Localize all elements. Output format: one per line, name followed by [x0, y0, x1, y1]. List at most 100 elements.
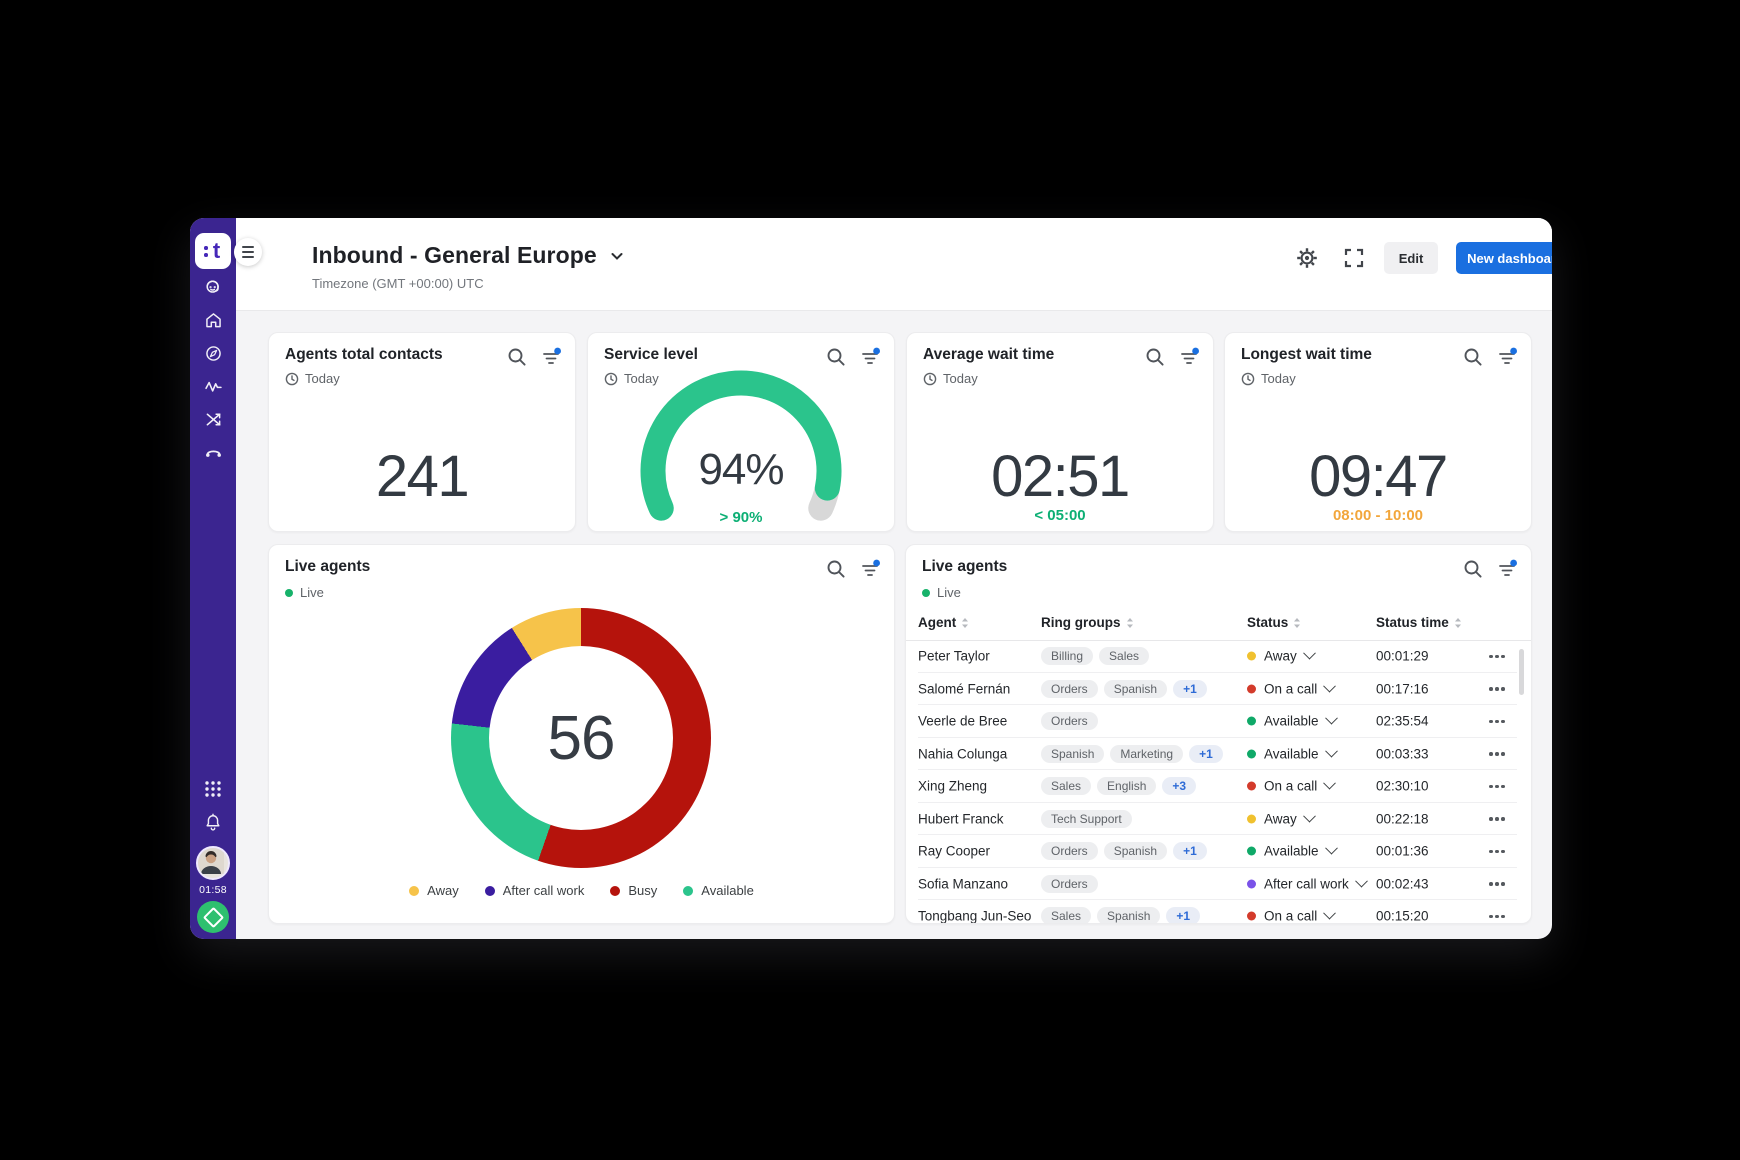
row-menu-button[interactable]	[1489, 682, 1505, 696]
chevron-down-icon[interactable]	[1325, 842, 1338, 855]
filter-icon[interactable]	[858, 557, 882, 581]
more-ring-groups-pill[interactable]: +1	[1166, 907, 1200, 923]
row-menu-button[interactable]	[1489, 779, 1505, 793]
sidebar-item-monitoring[interactable]	[198, 371, 228, 401]
legend-item[interactable]: Busy	[610, 883, 657, 898]
more-ring-groups-pill[interactable]: +1	[1189, 745, 1223, 763]
status-label: On a call	[1264, 909, 1317, 923]
status-dropdown[interactable]: Available	[1247, 714, 1336, 729]
table-row[interactable]: Sofia Manzano Orders After call work 00:…	[906, 868, 1531, 901]
column-header-ring-groups[interactable]: Ring groups	[1041, 615, 1134, 630]
row-menu-button[interactable]	[1489, 812, 1505, 826]
column-header-status[interactable]: Status	[1247, 615, 1301, 630]
filter-icon[interactable]	[1177, 345, 1201, 369]
row-menu-button[interactable]	[1489, 747, 1505, 761]
row-menu-button[interactable]	[1489, 649, 1505, 663]
status-dropdown[interactable]: Away	[1247, 649, 1314, 664]
dashboard-title-dropdown[interactable]: Inbound - General Europe	[312, 242, 625, 269]
status-dropdown[interactable]: On a call	[1247, 681, 1334, 696]
service-level-gauge	[588, 333, 894, 531]
chevron-down-icon[interactable]	[1323, 777, 1336, 790]
sidebar-item-home[interactable]	[198, 305, 228, 335]
sidebar-item-routing[interactable]	[198, 404, 228, 434]
legend-item[interactable]: Available	[683, 883, 754, 898]
sidebar-item-explore[interactable]	[198, 338, 228, 368]
search-icon[interactable]	[1461, 345, 1485, 369]
user-avatar[interactable]	[196, 846, 230, 880]
legend-item[interactable]: Away	[409, 883, 459, 898]
period-today: Today	[923, 371, 978, 386]
row-menu-button[interactable]	[1489, 714, 1505, 728]
chevron-down-icon[interactable]	[1323, 907, 1336, 920]
chevron-down-icon[interactable]	[1323, 680, 1336, 693]
status-diamond-button[interactable]	[197, 901, 229, 933]
chevron-down-icon[interactable]	[1303, 647, 1316, 660]
ring-group-pill: Sales	[1099, 647, 1149, 665]
fullscreen-icon[interactable]	[1342, 246, 1366, 270]
search-icon[interactable]	[1461, 557, 1485, 581]
filter-icon[interactable]	[1495, 557, 1519, 581]
filter-icon[interactable]	[539, 345, 563, 369]
settings-gear-icon[interactable]	[1295, 246, 1319, 270]
table-row[interactable]: Tongbang Jun-Seo SalesSpanish+1 On a cal…	[906, 900, 1531, 923]
period-today: Today	[285, 371, 340, 386]
donut-total: 56	[548, 703, 615, 774]
column-header-agent[interactable]: Agent	[918, 615, 969, 630]
edit-button[interactable]: Edit	[1384, 242, 1438, 274]
period-label: Today	[943, 371, 978, 386]
chevron-down-icon[interactable]	[609, 248, 625, 264]
chevron-down-icon[interactable]	[1355, 875, 1368, 888]
sort-icon[interactable]	[961, 617, 969, 629]
row-menu-button[interactable]	[1489, 877, 1505, 891]
status-dropdown[interactable]: On a call	[1247, 779, 1334, 794]
more-ring-groups-pill[interactable]: +3	[1162, 777, 1196, 795]
sort-icon[interactable]	[1454, 617, 1462, 629]
sidebar-toggle-button[interactable]	[234, 238, 262, 266]
chevron-down-icon[interactable]	[1325, 712, 1338, 725]
filter-icon[interactable]	[1495, 345, 1519, 369]
new-dashboard-button[interactable]: New dashboard	[1456, 242, 1552, 274]
live-dot-icon	[922, 589, 930, 597]
ring-group-pill: Spanish	[1104, 680, 1167, 698]
talkdesk-logo[interactable]: t	[195, 233, 231, 269]
table-row[interactable]: Ray Cooper OrdersSpanish+1 Available 00:…	[906, 835, 1531, 868]
table-row[interactable]: Peter Taylor BillingSales Away 00:01:29	[906, 640, 1531, 673]
search-icon[interactable]	[824, 557, 848, 581]
status-dropdown[interactable]: Available	[1247, 844, 1336, 859]
chevron-down-icon[interactable]	[1325, 745, 1338, 758]
row-menu-button[interactable]	[1489, 844, 1505, 858]
search-icon[interactable]	[1143, 345, 1167, 369]
gauge-target: > 90%	[588, 509, 894, 526]
status-time: 00:01:29	[1376, 649, 1429, 664]
status-label: After call work	[1264, 876, 1349, 891]
table-row[interactable]: Nahia Colunga SpanishMarketing+1 Availab…	[906, 738, 1531, 771]
legend-label: Busy	[628, 883, 657, 898]
status-dropdown[interactable]: On a call	[1247, 909, 1334, 923]
row-menu-button[interactable]	[1489, 909, 1505, 923]
agent-name: Peter Taylor	[918, 649, 990, 664]
table-row[interactable]: Hubert Franck Tech Support Away 00:22:18	[906, 803, 1531, 836]
status-dot-icon	[1247, 879, 1256, 888]
ring-group-pill: Spanish	[1104, 842, 1167, 860]
sort-icon[interactable]	[1293, 617, 1301, 629]
sort-icon[interactable]	[1126, 617, 1134, 629]
legend-item[interactable]: After call work	[485, 883, 585, 898]
chevron-down-icon[interactable]	[1303, 810, 1316, 823]
status-dropdown[interactable]: Away	[1247, 811, 1314, 826]
table-row[interactable]: Salomé Fernán OrdersSpanish+1 On a call …	[906, 673, 1531, 706]
ring-group-pill: Spanish	[1041, 745, 1104, 763]
table-scrollbar[interactable]	[1519, 649, 1524, 695]
status-dropdown[interactable]: After call work	[1247, 876, 1366, 891]
column-header-status-time[interactable]: Status time	[1376, 615, 1462, 630]
clock-icon	[923, 372, 937, 386]
status-dropdown[interactable]: Available	[1247, 746, 1336, 761]
sidebar-item-calls[interactable]	[198, 437, 228, 467]
sidebar-item-apps[interactable]	[198, 774, 228, 804]
table-row[interactable]: Xing Zheng SalesEnglish+3 On a call 02:3…	[906, 770, 1531, 803]
sidebar-item-notifications[interactable]	[198, 807, 228, 837]
search-icon[interactable]	[505, 345, 529, 369]
table-row[interactable]: Veerle de Bree Orders Available 02:35:54	[906, 705, 1531, 738]
more-ring-groups-pill[interactable]: +1	[1173, 842, 1207, 860]
more-ring-groups-pill[interactable]: +1	[1173, 680, 1207, 698]
sidebar-item-agents[interactable]	[198, 272, 228, 302]
